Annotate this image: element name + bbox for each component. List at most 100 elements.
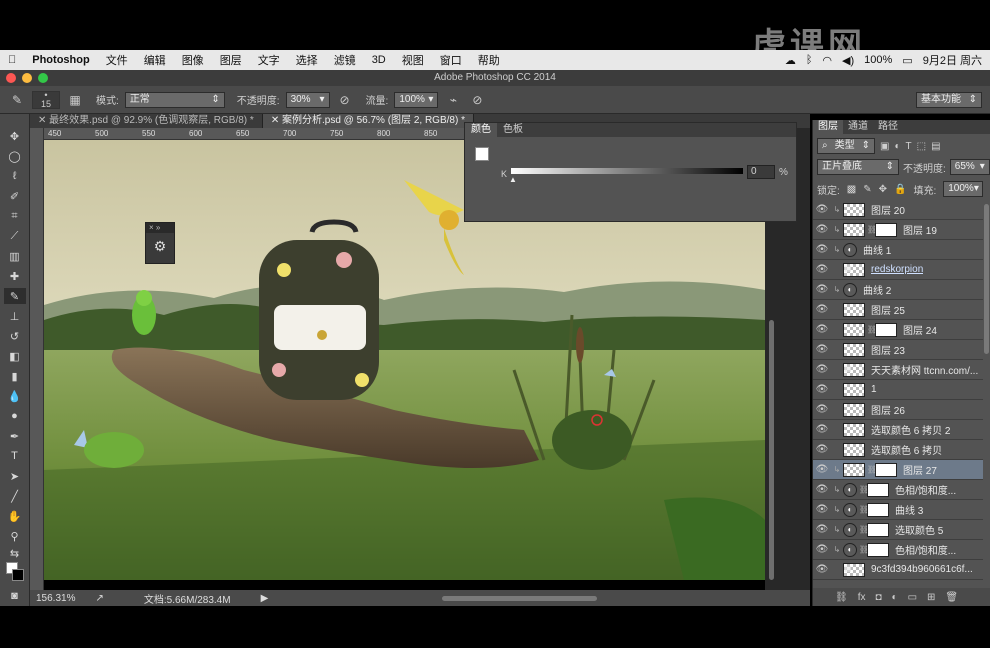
lock-position-icon[interactable]: ✥	[879, 184, 887, 195]
lock-pixels-icon[interactable]: ✎	[863, 184, 871, 195]
pressure-opacity-icon[interactable]: ⊘	[336, 91, 354, 109]
new-layer-icon[interactable]: ⊞	[927, 592, 935, 603]
slider-handle-icon[interactable]: ▲	[509, 175, 517, 184]
adjustment-icon[interactable]: ◐	[843, 242, 857, 257]
adjustment-icon[interactable]: ◐	[843, 282, 857, 297]
properties-icon[interactable]: ⚙	[146, 233, 174, 259]
close-window-button[interactable]	[6, 73, 16, 83]
swap-colors-icon[interactable]: ⇆	[4, 548, 26, 560]
layer-thumbnail[interactable]	[843, 442, 865, 457]
adjustment-icon[interactable]: ◐	[843, 542, 857, 557]
layer-thumbnail[interactable]	[843, 202, 865, 217]
layer-thumbnail[interactable]	[843, 402, 865, 417]
tab-color[interactable]: 颜色	[465, 123, 497, 137]
brush-tool-icon[interactable]: ✎	[8, 91, 26, 109]
mask-link-icon[interactable]: ⛓	[859, 545, 869, 554]
visibility-eye-icon[interactable]: 👁	[813, 324, 831, 335]
pressure-size-icon[interactable]: ⊘	[468, 91, 486, 109]
layers-scrollbar[interactable]	[984, 204, 989, 354]
visibility-eye-icon[interactable]: 👁	[813, 504, 831, 515]
layer-mask-thumbnail[interactable]	[875, 322, 897, 337]
menu-type[interactable]: 文字	[250, 52, 288, 68]
move-tool-icon[interactable]: ✥	[4, 128, 26, 144]
k-value-input[interactable]: 0	[747, 165, 775, 179]
visibility-eye-icon[interactable]: 👁	[813, 244, 831, 255]
filter-smart-icon[interactable]: ▤	[931, 141, 940, 152]
quick-select-tool-icon[interactable]: ✐	[4, 188, 26, 204]
visibility-eye-icon[interactable]: 👁	[813, 564, 831, 575]
creative-cloud-icon[interactable]: ☁	[785, 54, 796, 67]
menu-3d[interactable]: 3D	[364, 54, 394, 66]
visibility-eye-icon[interactable]: 👁	[813, 424, 831, 435]
zoom-level[interactable]: 156.31%	[36, 593, 75, 604]
flow-input[interactable]: 100% ▾	[394, 91, 439, 108]
fill-input[interactable]: 100% ▾	[943, 181, 984, 197]
lock-all-icon[interactable]: 🔒	[894, 184, 906, 195]
tab-channels[interactable]: 通道	[843, 120, 873, 134]
close-tab-icon[interactable]: ✕	[38, 115, 49, 126]
color-swatches[interactable]	[4, 562, 26, 584]
add-mask-icon[interactable]: ◘	[875, 592, 881, 603]
new-adjustment-icon[interactable]: ◐	[892, 592, 898, 603]
hand-tool-icon[interactable]: ✋	[4, 508, 26, 524]
tab-final-effect[interactable]: ✕ 最终效果.psd @ 92.9% (色调观察层, RGB/8) *	[30, 114, 263, 128]
filter-adjustment-icon[interactable]: ◐	[894, 141, 900, 152]
mask-link-icon[interactable]: ⛓	[859, 505, 869, 514]
app-menu[interactable]: Photoshop	[24, 54, 97, 66]
layer-row[interactable]: 👁 ↳ ◐ 曲线 1	[813, 240, 983, 260]
bluetooth-icon[interactable]: ᛒ	[806, 54, 813, 66]
menu-help[interactable]: 帮助	[470, 52, 508, 68]
blur-tool-icon[interactable]: 💧	[4, 388, 26, 404]
marquee-tool-icon[interactable]: ◯	[4, 148, 26, 164]
path-select-tool-icon[interactable]: ➤	[4, 468, 26, 484]
wifi-icon[interactable]: ◠	[822, 54, 832, 67]
apple-icon[interactable]: 	[0, 54, 24, 66]
visibility-eye-icon[interactable]: 👁	[813, 264, 831, 275]
layer-thumbnail[interactable]	[843, 302, 865, 317]
brush-tool-icon[interactable]: ✎	[3, 288, 26, 304]
mask-link-icon[interactable]: ⛓	[867, 465, 877, 474]
float-close-icon[interactable]: × »	[146, 223, 174, 233]
menu-view[interactable]: 视图	[394, 52, 432, 68]
visibility-eye-icon[interactable]: 👁	[813, 444, 831, 455]
visibility-eye-icon[interactable]: 👁	[813, 284, 831, 295]
delete-layer-icon[interactable]: 🗑	[945, 592, 958, 603]
layer-thumbnail[interactable]	[843, 422, 865, 437]
layer-row[interactable]: 👁 ↳ ◐ ⛓ 色相/饱和度...	[813, 480, 983, 500]
link-layers-icon[interactable]: ⛓	[835, 592, 848, 603]
layer-mask-thumbnail[interactable]	[867, 522, 889, 537]
line-tool-icon[interactable]: ╱	[4, 488, 26, 504]
layer-opacity-input[interactable]: 65% ▾	[949, 159, 990, 175]
layer-thumbnail[interactable]	[843, 322, 865, 337]
clock[interactable]: 9月2日 周六	[923, 52, 982, 68]
smart-object-thumbnail[interactable]: ▤	[843, 362, 865, 377]
mask-link-icon[interactable]: ⛓	[867, 325, 877, 334]
type-tool-icon[interactable]: T	[4, 448, 26, 464]
visibility-eye-icon[interactable]: 👁	[813, 384, 831, 395]
gradient-tool-icon[interactable]: ▮	[4, 368, 26, 384]
layer-row[interactable]: 👁 选取颜色 6 拷贝	[813, 440, 983, 460]
layer-row[interactable]: 👁 ▤ 9c3fd394b960661c6f...	[813, 560, 983, 580]
layer-row[interactable]: 👁 ▤ redskorpion	[813, 260, 983, 280]
crop-tool-icon[interactable]: ⌗	[4, 208, 26, 224]
brush-preset-picker[interactable]: • 15	[32, 90, 60, 109]
layer-mask-thumbnail[interactable]	[867, 502, 889, 517]
tab-layers[interactable]: 图层	[813, 120, 843, 134]
layer-mask-thumbnail[interactable]	[867, 542, 889, 557]
eyedropper-tool-icon[interactable]: ⟋	[4, 228, 26, 244]
layer-row[interactable]: 👁 1	[813, 380, 983, 400]
visibility-eye-icon[interactable]: 👁	[813, 304, 831, 315]
lock-transparency-icon[interactable]: ▩	[847, 184, 856, 195]
layer-row[interactable]: 👁 ↳ ◐ ⛓ 选取颜色 5	[813, 520, 983, 540]
menu-file[interactable]: 文件	[98, 52, 136, 68]
layer-row[interactable]: 👁 图层 25	[813, 300, 983, 320]
layer-style-icon[interactable]: fx	[858, 592, 866, 603]
zoom-window-button[interactable]	[38, 73, 48, 83]
brush-panel-toggle-icon[interactable]: ▦	[66, 91, 84, 109]
layer-blend-select[interactable]: 正片叠底 ⇕	[817, 159, 899, 175]
vertical-scrollbar[interactable]	[769, 320, 774, 580]
tab-case-analysis[interactable]: ✕ 案例分析.psd @ 56.7% (图层 2, RGB/8) *	[262, 114, 474, 128]
pen-tool-icon[interactable]: ✒	[4, 428, 26, 444]
layer-row[interactable]: 👁 选取颜色 6 拷贝 2	[813, 420, 983, 440]
layer-row[interactable]: 👁 ↳ 图层 20	[813, 200, 983, 220]
